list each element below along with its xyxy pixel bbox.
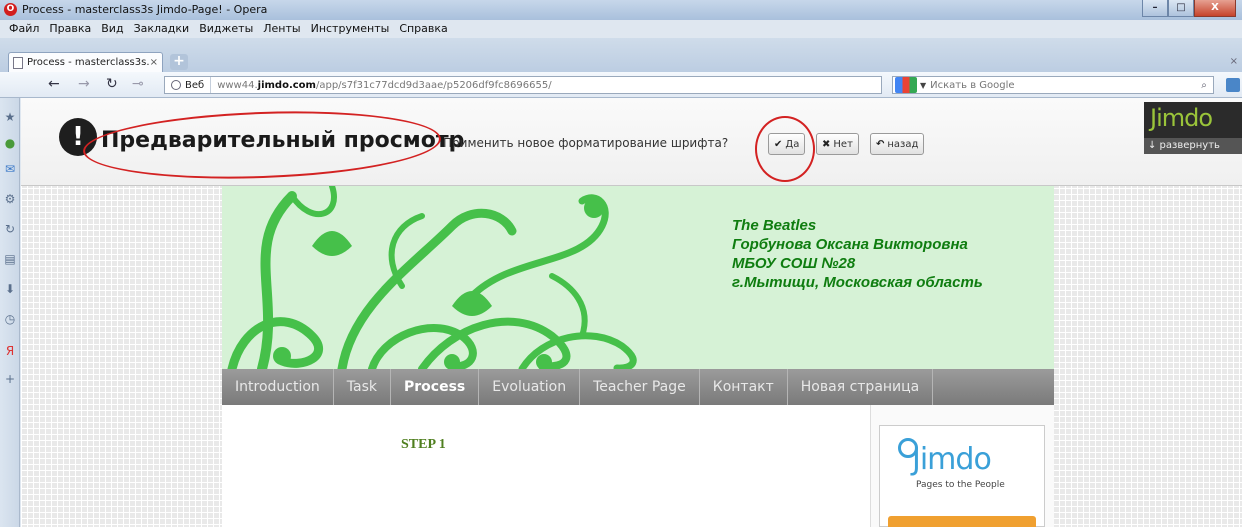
google-icon[interactable] (895, 77, 917, 93)
maximize-button[interactable]: □ (1168, 0, 1194, 17)
window-title: Process - masterclass3s Jimdo-Page! - Op… (22, 3, 268, 16)
menu-edit[interactable]: Правка (44, 20, 96, 38)
site-sidebar: Jimdo Pages to the People (870, 405, 1054, 527)
page-icon (13, 56, 23, 69)
window-controls: – □ X (1142, 0, 1236, 17)
jimdo-tagline: Pages to the People (916, 480, 1005, 490)
key-icon[interactable]: ⊸ (132, 76, 144, 92)
jimdo-badge-logo: Jimdo (912, 442, 992, 477)
nav-introduction[interactable]: Introduction (222, 369, 334, 405)
chevron-down-icon[interactable]: ▼ (920, 81, 926, 90)
font-format-prompt: Применить новое форматирование шрифта? (443, 136, 729, 150)
page-content: ! Предварительный просмотр Применить нов… (21, 98, 1242, 527)
header-line-author: Горбунова Оксана Викторовна (732, 236, 968, 253)
site-body: STEP 1 Jimdo Pages to the People (222, 405, 1054, 527)
address-bar: ← → ↻ ⊸ Веб www44.jimdo.com/app/s7f31c77… (0, 72, 1242, 98)
forward-button[interactable]: → (78, 76, 90, 92)
nav-contact[interactable]: Контакт (700, 369, 788, 405)
close-tab-icon[interactable]: × (1230, 56, 1238, 67)
url-text: www44.jimdo.com/app/s7f31c77dcd9d3aae/p5… (217, 79, 552, 91)
window-title-bar: O Process - masterclass3s Jimdo-Page! - … (0, 0, 1242, 20)
nav-teacher-page[interactable]: Teacher Page (580, 369, 700, 405)
no-button[interactable]: ✖ Нет (816, 133, 859, 155)
globe-icon (171, 80, 181, 90)
mail-icon[interactable]: ✉ (3, 162, 17, 176)
tab-strip: Process - masterclass3s... × + × (0, 38, 1242, 72)
tab-close-icon[interactable]: × (150, 57, 158, 68)
settings-icon[interactable]: ⚙ (3, 192, 17, 206)
annotation-oval-title (81, 105, 443, 185)
menu-file[interactable]: Файл (4, 20, 44, 38)
menu-view[interactable]: Вид (96, 20, 128, 38)
menu-bookmarks[interactable]: Закладки (129, 20, 195, 38)
nav-evoluation[interactable]: Evoluation (479, 369, 581, 405)
tab-process[interactable]: Process - masterclass3s... × (8, 52, 163, 72)
jimdo-badge[interactable]: Jimdo Pages to the People (879, 425, 1045, 527)
url-field[interactable]: Веб www44.jimdo.com/app/s7f31c77dcd9d3aa… (164, 76, 882, 94)
site-info-button[interactable]: Веб (165, 77, 212, 93)
header-line-band: The Beatles (732, 217, 817, 234)
extensions-icon[interactable]: ● (3, 136, 17, 150)
menu-help[interactable]: Справка (394, 20, 452, 38)
search-box[interactable]: ▼ ⌕ (892, 76, 1214, 94)
downloads-icon[interactable]: ⬇ (3, 282, 17, 296)
close-window-button[interactable]: X (1194, 0, 1236, 17)
undo-icon: ↶ (876, 138, 885, 150)
side-panel: ★ ● ✉ ⚙ ↻ ▤ ⬇ ◷ Я + (0, 98, 20, 527)
site-label: Веб (185, 79, 205, 91)
site-navigation: Introduction Task Process Evoluation Tea… (222, 369, 1054, 405)
site-header: The Beatles Горбунова Оксана Викторовна … (222, 186, 1054, 369)
menu-widgets[interactable]: Виджеты (194, 20, 258, 38)
opera-logo-icon: O (4, 3, 17, 16)
floral-ornament-icon (227, 186, 637, 369)
new-tab-button[interactable]: + (170, 54, 188, 70)
nav-process[interactable]: Process (391, 369, 480, 405)
step-heading: STEP 1 (401, 437, 446, 452)
jimdo-panel: Jimdo ↓ развернуть (1144, 102, 1242, 154)
jimdo-orange-button[interactable] (888, 516, 1036, 527)
menu-feeds[interactable]: Ленты (258, 20, 305, 38)
panel-toggle-icon[interactable] (1226, 78, 1240, 92)
nav-new-page[interactable]: Новая страница (788, 369, 934, 405)
header-line-city: г.Мытищи, Московская область (732, 274, 983, 291)
search-icon[interactable]: ⌕ (1195, 80, 1213, 91)
no-label: Нет (833, 138, 853, 150)
yandex-icon[interactable]: Я (3, 344, 17, 358)
search-input[interactable] (930, 79, 1195, 91)
jimdo-logo: Jimdo (1150, 104, 1213, 132)
header-text: The Beatles Горбунова Оксана Викторовна … (732, 216, 983, 292)
reload-button[interactable]: ↻ (106, 76, 118, 92)
nav-task[interactable]: Task (334, 369, 391, 405)
back-button[interactable]: ← (48, 76, 60, 92)
notes-icon[interactable]: ▤ (3, 252, 17, 266)
history-icon[interactable]: ◷ (3, 312, 17, 326)
back-to-editor-button[interactable]: ↶ назад (870, 133, 925, 155)
header-line-school: МБОУ СОШ №28 (732, 255, 856, 272)
star-icon[interactable]: ★ (3, 110, 17, 124)
preview-bar: ! Предварительный просмотр Применить нов… (21, 98, 1242, 186)
minimize-button[interactable]: – (1142, 0, 1168, 17)
cross-icon: ✖ (822, 138, 831, 150)
back-label: назад (887, 138, 919, 150)
menu-tools[interactable]: Инструменты (306, 20, 395, 38)
annotation-oval-yes (755, 116, 815, 182)
share-icon[interactable]: ↻ (3, 222, 17, 236)
tab-label: Process - masterclass3s... (27, 57, 150, 68)
expand-button[interactable]: ↓ развернуть (1144, 138, 1242, 154)
menu-bar: Файл Правка Вид Закладки Виджеты Ленты И… (0, 20, 453, 38)
add-panel-icon[interactable]: + (3, 372, 17, 386)
